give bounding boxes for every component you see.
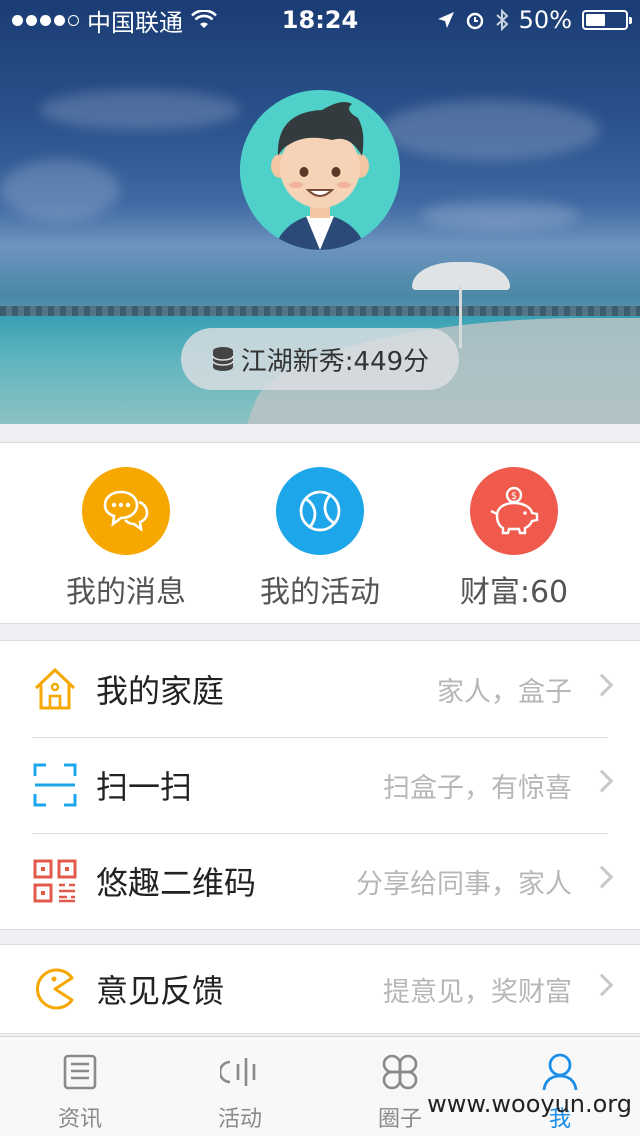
tab-news[interactable]: 资讯 — [0, 1049, 160, 1133]
circle-icon — [320, 1049, 480, 1095]
profile-icon — [480, 1049, 640, 1095]
battery-icon — [582, 10, 632, 30]
menu-group-main: 我的家庭 家人，盒子 扫一扫 扫盒子，有惊喜 悠趣二维码 分享给同事，家人 — [0, 640, 640, 930]
scan-hint: 扫盒子，有惊喜 — [383, 772, 572, 804]
qrcode-title: 悠趣二维码 — [96, 864, 257, 902]
wealth-button[interactable]: $ 财富:60 — [414, 467, 614, 611]
chevron-right-icon — [590, 673, 614, 697]
profile-header: 中国联通 18:24 50% 江湖新秀:449分 — [0, 0, 640, 424]
house-icon — [32, 666, 78, 712]
svg-text:$: $ — [511, 491, 517, 502]
ball-icon — [276, 467, 364, 555]
scan-title: 扫一扫 — [96, 768, 193, 806]
qrcode-icon — [32, 858, 78, 904]
my-activities-label: 我的活动 — [260, 575, 380, 610]
family-title: 我的家庭 — [96, 672, 225, 710]
family-hint: 家人，盒子 — [437, 676, 572, 708]
piggy-bank-icon: $ — [470, 467, 558, 555]
feedback-hint: 提意见，奖财富 — [383, 976, 572, 1008]
news-icon — [0, 1049, 160, 1095]
menu-group-feedback: 意见反馈 提意见，奖财富 — [0, 944, 640, 1034]
coins-icon — [211, 347, 234, 371]
scan-icon — [32, 762, 78, 808]
tab-activity[interactable]: 活动 — [160, 1049, 320, 1133]
chevron-right-icon — [590, 973, 614, 997]
tab-news-label: 资讯 — [57, 1107, 102, 1132]
status-bar: 中国联通 18:24 50% — [0, 0, 640, 40]
my-messages-button[interactable]: 我的消息 — [26, 467, 226, 611]
tab-bar: 资讯 活动 圈子 我 — [0, 1036, 640, 1136]
chevron-right-icon — [590, 769, 614, 793]
avatar[interactable] — [240, 90, 400, 250]
pacman-icon — [32, 966, 78, 1012]
wealth-label: 财富:60 — [459, 575, 569, 610]
score-badge[interactable]: 江湖新秀:449分 — [181, 328, 459, 390]
activity-icon — [160, 1049, 320, 1095]
feedback-title: 意见反馈 — [96, 972, 225, 1010]
score-text: 江湖新秀:449分 — [240, 346, 430, 377]
menu-item-scan[interactable]: 扫一扫 扫盒子，有惊喜 — [0, 737, 640, 833]
pier — [0, 306, 640, 316]
chat-bubbles-icon — [82, 467, 170, 555]
avatar-illustration-icon — [240, 90, 400, 250]
my-activities-button[interactable]: 我的活动 — [220, 467, 420, 611]
menu-item-feedback[interactable]: 意见反馈 提意见，奖财富 — [0, 945, 640, 1033]
quick-actions: 我的消息 我的活动 $ 财富:60 — [0, 442, 640, 624]
chevron-right-icon — [590, 865, 614, 889]
menu-item-family[interactable]: 我的家庭 家人，盒子 — [0, 641, 640, 737]
tab-activity-label: 活动 — [217, 1107, 262, 1132]
qrcode-hint: 分享给同事，家人 — [356, 868, 572, 900]
menu-item-qrcode[interactable]: 悠趣二维码 分享给同事，家人 — [0, 833, 640, 929]
bluetooth-icon — [495, 9, 509, 31]
my-messages-label: 我的消息 — [66, 575, 186, 610]
location-icon — [437, 12, 454, 28]
alarm-icon — [466, 12, 483, 30]
battery-percent: 50% — [518, 6, 572, 34]
watermark: www.wooyun.org — [427, 1090, 632, 1118]
